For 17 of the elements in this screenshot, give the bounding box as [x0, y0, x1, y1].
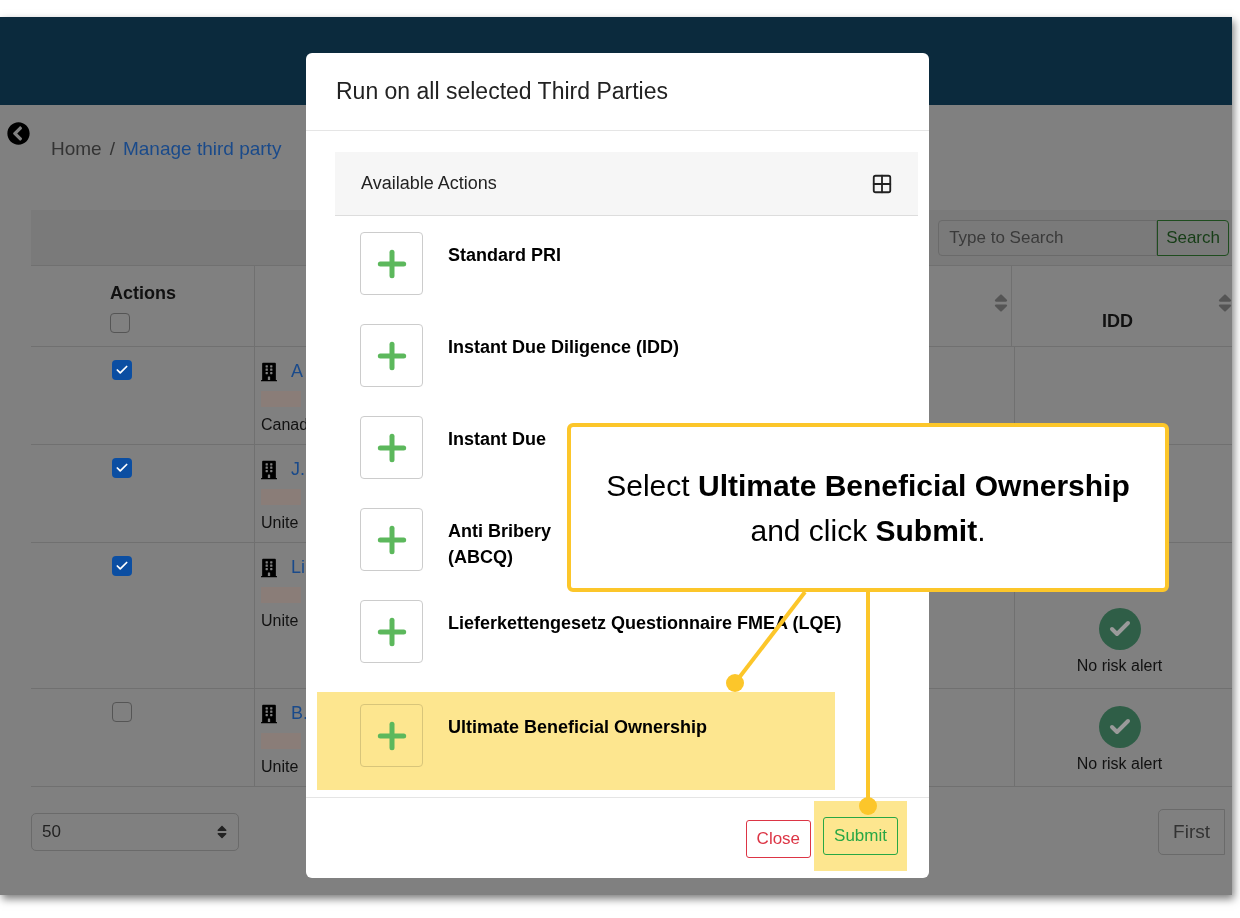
country-text: Unite — [261, 757, 299, 777]
risk-status-text: No risk alert — [1076, 754, 1163, 774]
action-label: Anti Bribery (ABCQ) — [448, 520, 552, 569]
panel-title: Available Actions — [361, 172, 497, 195]
country-text: Unite — [261, 611, 299, 631]
action-label: Instant Due — [448, 428, 546, 451]
action-label: Ultimate Beneficial Ownership — [448, 716, 708, 739]
column-header: Actions — [110, 282, 176, 305]
action-label: Instant Due Diligence (IDD) — [448, 336, 680, 359]
callout-text: Select Ultimate Beneficial Ownership and click Submit. — [605, 467, 1131, 549]
breadcrumb-item: Home — [51, 137, 102, 161]
breadcrumb-separator: / — [109, 137, 115, 161]
column-header: IDD — [1102, 310, 1133, 333]
country-text: Unite — [261, 513, 299, 533]
risk-status-text: No risk alert — [1076, 656, 1163, 676]
modal-title: Run on all selected Third Parties — [336, 77, 668, 107]
action-label: Standard PRI — [448, 244, 562, 267]
